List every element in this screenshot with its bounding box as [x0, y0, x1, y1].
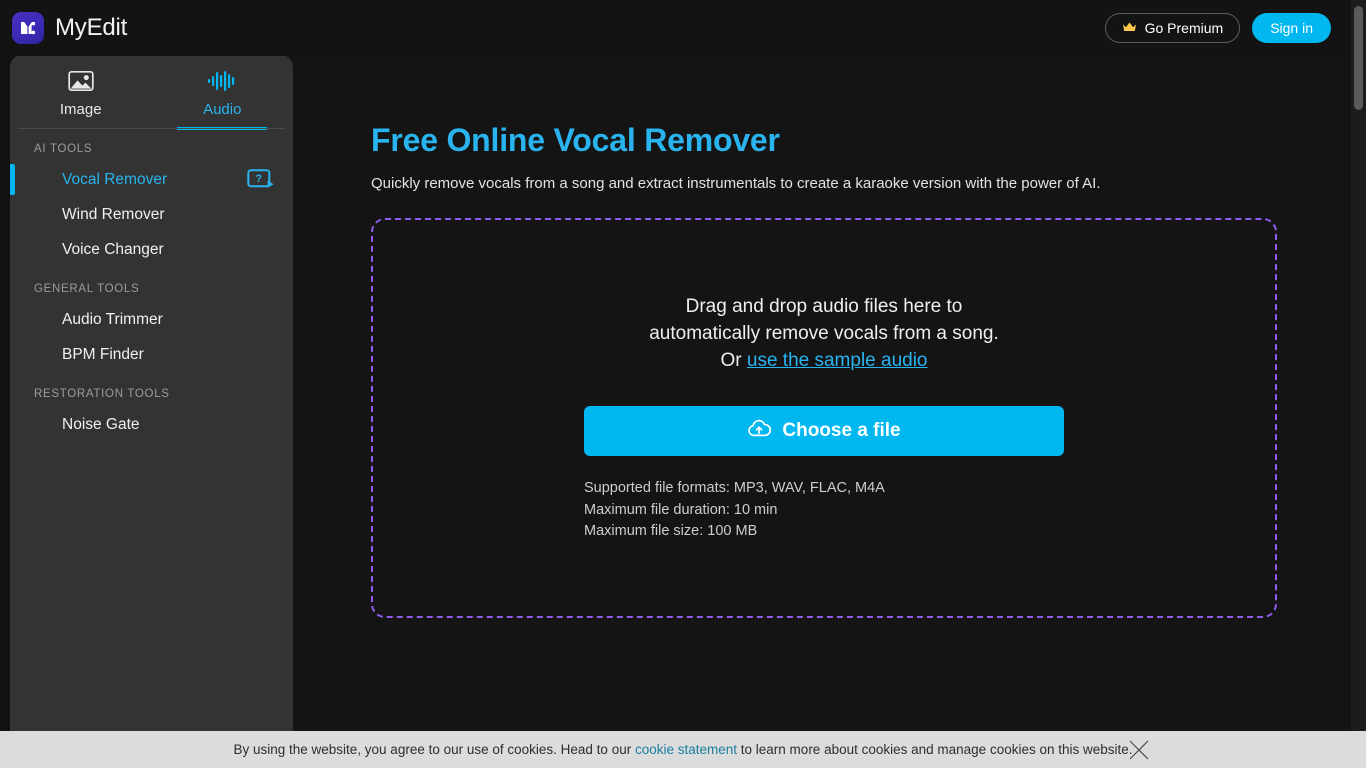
- nav-group-general-tools: GENERAL TOOLS Audio Trimmer BPM Finder: [10, 283, 293, 372]
- cookie-statement-link[interactable]: cookie statement: [635, 742, 737, 757]
- top-bar-actions: Go Premium Sign in: [1104, 13, 1331, 43]
- tab-audio-label: Audio: [203, 101, 242, 118]
- sidebar-item-voice-changer-label: Voice Changer: [62, 240, 164, 258]
- file-constraints: Supported file formats: MP3, WAV, FLAC, …: [584, 478, 1064, 543]
- dropzone-line-1: Drag and drop audio files here to: [685, 296, 963, 317]
- sidebar-item-voice-changer[interactable]: Voice Changer: [10, 232, 293, 267]
- nav-group-label-general-tools: GENERAL TOOLS: [34, 283, 140, 295]
- close-icon[interactable]: [1126, 737, 1152, 763]
- supported-formats-text: Supported file formats: MP3, WAV, FLAC, …: [584, 480, 885, 496]
- image-icon: [68, 68, 94, 94]
- dropzone-line-3: Or use the sample audio: [649, 347, 999, 374]
- sidebar-item-bpm-finder-label: BPM Finder: [62, 345, 144, 363]
- nav-group-ai-tools: AI TOOLS Vocal Remover ? Wind Remover Vo…: [10, 143, 293, 267]
- main-content: Free Online Vocal Remover Quickly remove…: [293, 56, 1366, 768]
- page-subtitle: Quickly remove vocals from a song and ex…: [371, 175, 1101, 192]
- sidebar-item-audio-trimmer-label: Audio Trimmer: [62, 310, 163, 328]
- svg-text:?: ?: [255, 173, 262, 185]
- sidebar-item-noise-gate-label: Noise Gate: [62, 415, 140, 433]
- cloud-upload-icon: [747, 419, 772, 444]
- tab-image-label: Image: [59, 101, 102, 118]
- brand-logo[interactable]: MyEdit: [12, 12, 127, 44]
- sidebar-item-audio-trimmer[interactable]: Audio Trimmer: [10, 302, 293, 337]
- waveform-icon: [206, 68, 238, 94]
- sidebar-item-noise-gate[interactable]: Noise Gate: [10, 407, 293, 442]
- file-dropzone[interactable]: Drag and drop audio files here to automa…: [371, 218, 1277, 618]
- crown-icon: [1122, 21, 1137, 35]
- nav-group-label-ai-tools: AI TOOLS: [34, 143, 93, 155]
- nav-group-restoration-tools: RESTORATION TOOLS Noise Gate: [10, 388, 293, 442]
- page-scrollbar-thumb[interactable]: [1354, 6, 1363, 110]
- dropzone-instructions: Drag and drop audio files here to automa…: [649, 293, 999, 374]
- choose-a-file-label: Choose a file: [782, 420, 901, 441]
- cookie-banner-text: By using the website, you agree to our u…: [233, 742, 1132, 757]
- sidebar-item-vocal-remover[interactable]: Vocal Remover ?: [10, 162, 293, 197]
- cookie-banner: By using the website, you agree to our u…: [0, 731, 1366, 768]
- go-premium-label: Go Premium: [1144, 20, 1224, 36]
- page-title: Free Online Vocal Remover: [371, 122, 780, 158]
- use-sample-audio-link[interactable]: use the sample audio: [747, 350, 928, 371]
- sidebar-nav: AI TOOLS Vocal Remover ? Wind Remover Vo…: [10, 129, 293, 442]
- nav-group-label-restoration-tools: RESTORATION TOOLS: [34, 388, 170, 400]
- content-wrapper: Free Online Vocal Remover Quickly remove…: [293, 56, 1366, 618]
- cookie-text-before: By using the website, you agree to our u…: [233, 742, 635, 757]
- brand-name: MyEdit: [55, 14, 128, 41]
- max-duration-text: Maximum file duration: 10 min: [584, 501, 778, 518]
- sidebar-item-vocal-remover-label: Vocal Remover: [62, 170, 168, 188]
- active-indicator-bar: [10, 164, 15, 195]
- sidebar-item-bpm-finder[interactable]: BPM Finder: [10, 337, 293, 372]
- sidebar-item-wind-remover[interactable]: Wind Remover: [10, 197, 293, 232]
- sidebar-item-wind-remover-label: Wind Remover: [62, 205, 165, 223]
- choose-a-file-button[interactable]: Choose a file: [584, 406, 1064, 456]
- sign-in-button[interactable]: Sign in: [1252, 13, 1331, 43]
- max-size-text: Maximum file size: 100 MB: [584, 523, 758, 539]
- tutorial-video-icon[interactable]: ?: [247, 168, 275, 191]
- tab-image[interactable]: Image: [10, 55, 152, 129]
- dropzone-line-3-prefix: Or: [720, 350, 747, 371]
- tab-audio[interactable]: Audio: [152, 55, 294, 130]
- go-premium-button[interactable]: Go Premium: [1104, 13, 1241, 43]
- dropzone-line-2: automatically remove vocals from a song.: [649, 323, 999, 344]
- sidebar: Image Audio AI TOOLS Vocal Remover ? Win…: [10, 55, 293, 768]
- top-bar: MyEdit Go Premium Sign in: [0, 0, 1366, 56]
- myedit-m-logo-icon: [12, 12, 44, 44]
- sidebar-tabs: Image Audio: [10, 55, 294, 130]
- cookie-text-after: to learn more about cookies and manage c…: [737, 742, 1133, 757]
